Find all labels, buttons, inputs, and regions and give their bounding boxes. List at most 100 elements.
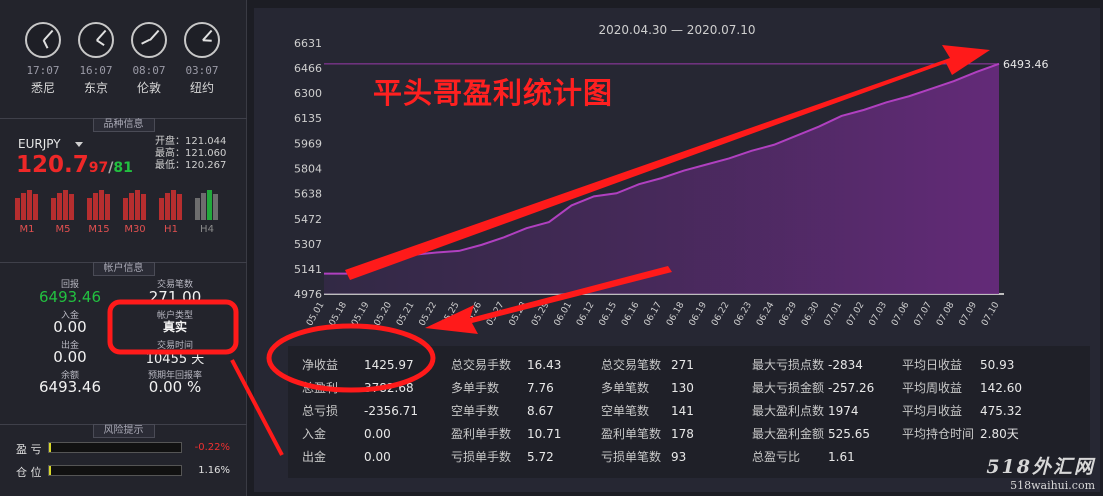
y-tick-label: 5141 (294, 263, 322, 276)
timeframe-label: H4 (200, 224, 214, 235)
product-info-header: 品种信息 (0, 118, 247, 132)
stat-value: -2834 (828, 358, 863, 372)
stat-label: 盈利单笔数 (601, 427, 662, 441)
ohl-info: 开盘：121.044 最高：121.060 最低：120.267 (155, 136, 226, 172)
x-tick-label: 05.18 (328, 300, 350, 328)
stat-value: 130 (671, 381, 694, 395)
stat-label: 总交易笔数 (601, 358, 662, 372)
watermark-name: 518外汇网 (986, 456, 1095, 478)
chevron-down-icon[interactable] (74, 142, 83, 147)
timeframe-label: H1 (164, 224, 178, 235)
statistics-table: 净收益 1425.97 总盈利 3782.68 总亏损 -2356.71 入金 0.00 出金 0… (288, 346, 1090, 478)
open-price: 开盘：121.044 (155, 136, 227, 147)
stat-label: 总盈利 (302, 381, 339, 395)
x-tick-label: 06.29 (778, 300, 800, 328)
stat-value: 0.00 (364, 427, 391, 441)
stat-value: 10.71 (527, 427, 562, 441)
clock-time: 03:07 (185, 64, 219, 77)
chart-overlay-title: 平头哥盈利统计图 (373, 76, 614, 110)
equity-value: 6493.46 (38, 288, 102, 306)
timeframe-bar-2[interactable]: M15 (87, 190, 111, 235)
x-tick-label: 07.02 (845, 301, 867, 328)
stat-value: -2356.71 (364, 404, 418, 418)
x-tick-label: 06.12 (575, 301, 597, 328)
stat-row: 平均日收益 50.93 (902, 356, 1022, 379)
annual-return-value: 0.00 % (148, 378, 202, 396)
stat-row: 多单手数 7.76 (451, 379, 561, 402)
deposit-value: 0.00 (53, 318, 87, 336)
watermark: 518外汇网 518waihui.com (986, 452, 1095, 492)
account-info-header: 帐户信息 (0, 262, 247, 276)
x-tick-label: 05.28 (508, 300, 530, 328)
stat-value: 142.60 (980, 381, 1022, 395)
risk-header: 风险提示 (0, 424, 247, 438)
clock-time: 08:07 (132, 64, 166, 77)
stat-row: 最大盈利金额 525.65 (752, 425, 874, 448)
stat-row: 亏损单笔数 93 (601, 448, 694, 471)
left-panel: 17:07 悉尼 16:07 东京 08:07 伦敦 03:07 纽约 品种信息 EURJPY… (0, 0, 247, 496)
stat-value: 50.93 (980, 358, 1015, 372)
world-clocks: 17:07 悉尼 16:07 东京 08:07 伦敦 03:07 纽约 (0, 22, 247, 102)
low-price: 最低：120.267 (155, 160, 227, 171)
stat-label: 入金 (302, 427, 327, 441)
stat-label: 净收益 (302, 358, 339, 372)
account-info-title: 帐户信息 (92, 262, 155, 276)
x-tick-label: 06.16 (620, 300, 642, 328)
stat-label: 出金 (302, 450, 327, 464)
stat-label: 总交易手数 (451, 358, 512, 372)
trades-value: 271.00 (148, 288, 202, 306)
clock-time: 16:07 (79, 64, 113, 77)
y-tick-label: 6631 (294, 37, 322, 50)
timeframe-bar-3[interactable]: M30 (123, 190, 147, 235)
timeframe-bar-4[interactable]: H1 (159, 190, 183, 235)
stat-value: 5.72 (527, 450, 554, 464)
profit-label: 盈 亏 (16, 443, 42, 456)
stat-label: 平均日收益 (902, 358, 963, 372)
timeframe-label: M1 (19, 224, 35, 235)
y-tick-label: 5307 (294, 238, 322, 251)
stat-row: 总交易笔数 271 (601, 356, 694, 379)
balance-value: 6493.46 (38, 378, 102, 396)
timeframe-bar-5[interactable]: H4 (195, 190, 219, 235)
stat-row: 入金 0.00 (302, 425, 418, 448)
stat-row: 最大亏损点数 -2834 (752, 356, 874, 379)
stat-row: 平均周收益 142.60 (902, 379, 1022, 402)
clock-time: 17:07 (26, 64, 60, 77)
timeframe-bar-0[interactable]: M1 (15, 190, 39, 235)
stat-value: 8.67 (527, 404, 554, 418)
y-tick-label: 5804 (294, 162, 322, 175)
y-tick-label: 5472 (294, 213, 322, 226)
stat-label: 盈利单手数 (451, 427, 512, 441)
stat-value: 16.43 (527, 358, 562, 372)
price-bid: 97 (88, 160, 109, 176)
stat-label: 平均持仓时间 (902, 427, 975, 441)
current-price: 120.797/81 (16, 152, 133, 178)
stat-label: 最大盈利金额 (752, 427, 825, 441)
stat-row: 盈利单手数 10.71 (451, 425, 561, 448)
stat-row: 最大亏损金额 -257.26 (752, 379, 874, 402)
symbol-selector[interactable]: EURJPY (18, 137, 83, 151)
stat-row: 多单笔数 130 (601, 379, 694, 402)
clock-icon (25, 22, 61, 58)
profit-meter (48, 442, 182, 453)
stat-row: 总盈亏比 1.61 (752, 448, 874, 471)
clock-1: 16:07 东京 (70, 22, 122, 96)
stats-column-1: 总交易手数 16.43 多单手数 7.76 空单手数 8.67 盈利单手数 10.71 亏损单手… (451, 356, 561, 471)
clock-city: 东京 (83, 81, 108, 95)
stat-value: 93 (671, 450, 687, 464)
stat-label: 平均周收益 (902, 381, 963, 395)
x-tick-label: 05.01 (305, 301, 327, 328)
max-value-label: 6493.46 (1003, 58, 1049, 71)
timeframe-bar-1[interactable]: M5 (51, 190, 75, 235)
price-ask: 81 (113, 160, 133, 176)
x-tick-label: 05.25 (440, 301, 462, 328)
clock-icon (184, 22, 220, 58)
stat-value: 178 (671, 427, 694, 441)
y-tick-label: 5638 (294, 188, 322, 201)
stats-column-0: 净收益 1425.97 总盈利 3782.68 总亏损 -2356.71 入金 0.00 出金 0… (302, 356, 418, 471)
stat-label: 亏损单手数 (451, 450, 512, 464)
x-tick-label: 07.09 (958, 300, 980, 328)
x-tick-label: 05.29 (530, 300, 552, 328)
stat-label: 亏损单笔数 (601, 450, 662, 464)
timeframe-label: M30 (124, 224, 146, 235)
